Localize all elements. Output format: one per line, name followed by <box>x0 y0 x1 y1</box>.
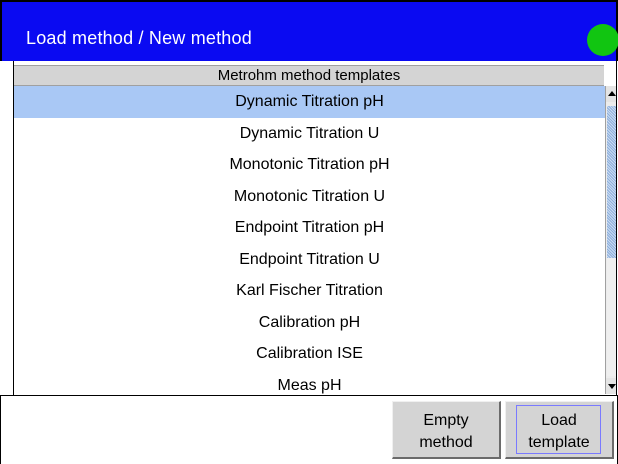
scroll-up-button[interactable] <box>606 86 616 102</box>
list-item[interactable]: Monotonic Titration pH <box>14 149 605 181</box>
empty-method-label-line2: method <box>419 433 473 451</box>
vertical-scrollbar[interactable] <box>605 86 616 394</box>
list-header: Metrohm method templates <box>14 65 604 86</box>
list-item[interactable]: Calibration ISE <box>14 338 605 370</box>
list-item[interactable]: Endpoint Titration pH <box>14 212 605 244</box>
list-item[interactable]: Calibration pH <box>14 307 605 339</box>
window-title: Load method / New method <box>26 28 252 48</box>
status-dot-icon <box>587 24 618 56</box>
list-item[interactable]: Dynamic Titration pH <box>14 86 605 118</box>
arrow-up-icon <box>608 91 616 96</box>
template-list: Dynamic Titration pH Dynamic Titration U… <box>14 86 605 394</box>
title-bar: Load method / New method <box>0 0 618 61</box>
list-item[interactable]: Monotonic Titration U <box>14 181 605 213</box>
button-bar: Empty method Load template <box>0 395 618 464</box>
load-template-button[interactable]: Load template <box>505 401 614 459</box>
template-list-panel: Metrohm method templates Dynamic Titrati… <box>13 61 617 395</box>
empty-method-label-line1: Empty <box>423 411 469 429</box>
list-item[interactable]: Endpoint Titration U <box>14 244 605 276</box>
scroll-track[interactable] <box>607 258 616 376</box>
list-item[interactable]: Dynamic Titration U <box>14 118 605 150</box>
empty-method-button[interactable]: Empty method <box>392 401 501 459</box>
list-item[interactable]: Karl Fischer Titration <box>14 275 605 307</box>
load-template-label-line1: Load <box>541 411 577 429</box>
scroll-down-button[interactable] <box>606 378 616 394</box>
arrow-down-icon <box>608 384 616 389</box>
list-item[interactable]: Meas pH <box>14 370 605 395</box>
load-template-label-line2: template <box>528 433 590 451</box>
scroll-thumb[interactable] <box>607 106 616 258</box>
